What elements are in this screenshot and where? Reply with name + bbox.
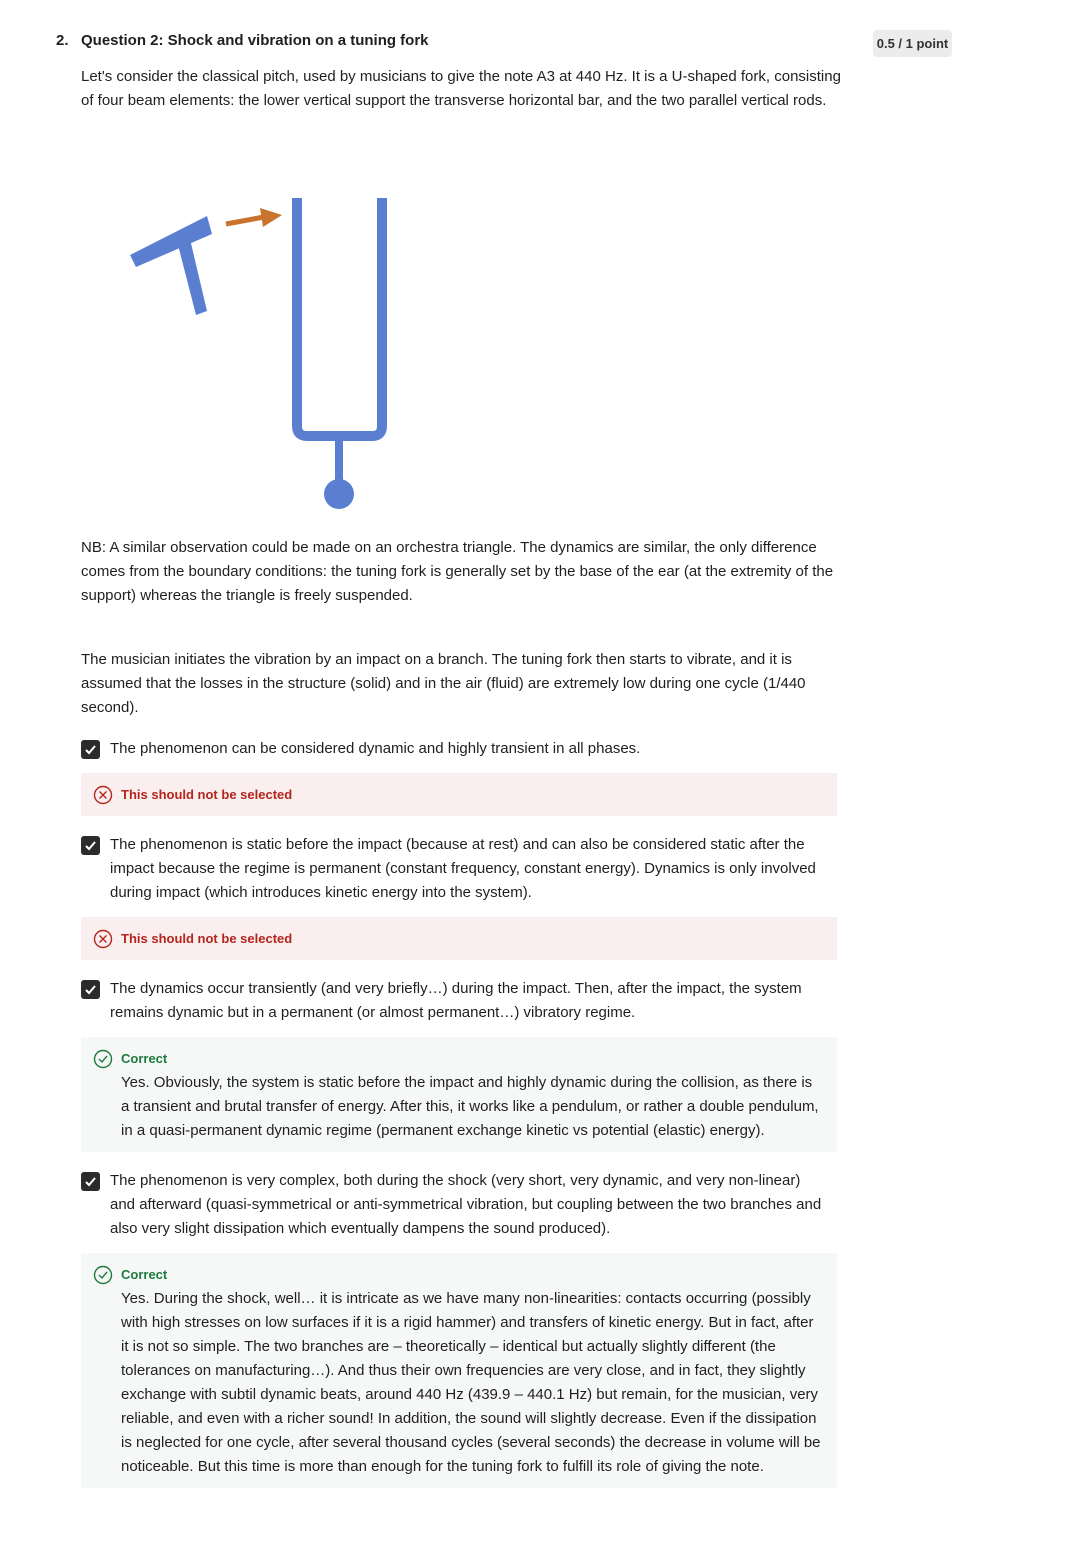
checkbox-checked[interactable] — [81, 1172, 100, 1191]
checkbox-checked[interactable] — [81, 836, 100, 855]
feedback-label: This should not be selected — [121, 787, 293, 802]
question-number: 2. — [56, 32, 69, 49]
feedback-label: Correct — [121, 1051, 168, 1066]
option-text: The dynamics occur transiently (and very… — [110, 980, 802, 1021]
tuning-fork-base — [324, 479, 354, 509]
x-circle-icon — [93, 929, 113, 949]
answer-option[interactable]: The phenomenon is static before the impa… — [81, 833, 841, 905]
feedback-incorrect: This should not be selected — [81, 773, 837, 816]
checkmark-icon — [85, 1177, 96, 1187]
feedback-correct: Correct Yes. Obviously, the system is st… — [81, 1037, 837, 1152]
musician-paragraph: The musician initiates the vibration by … — [81, 651, 806, 716]
checkbox-checked[interactable] — [81, 980, 100, 999]
answer-option[interactable]: The phenomenon is very complex, both dur… — [81, 1169, 841, 1241]
tuning-fork-body — [292, 198, 387, 441]
checkbox-checked[interactable] — [81, 740, 100, 759]
answer-option[interactable]: The dynamics occur transiently (and very… — [81, 977, 841, 1025]
feedback-label: Correct — [121, 1267, 168, 1282]
x-circle-icon — [93, 785, 113, 805]
tuning-fork-figure — [130, 198, 387, 509]
nb-paragraph: NB: A similar observation could be made … — [81, 539, 834, 604]
option-text: The phenomenon is very complex, both dur… — [110, 1172, 822, 1237]
check-circle-icon — [93, 1049, 113, 1069]
feedback-text: Yes. During the shock, well… it is intri… — [121, 1290, 821, 1475]
check-circle-icon — [93, 1265, 113, 1285]
checkmark-icon — [85, 985, 96, 995]
question-intro: Let's consider the classical pitch, used… — [81, 68, 841, 109]
answer-option[interactable]: The phenomenon can be considered dynamic… — [81, 737, 841, 761]
hammer-head — [130, 216, 212, 267]
feedback-incorrect: This should not be selected — [81, 917, 837, 960]
feedback-text: Yes. Obviously, the system is static bef… — [121, 1074, 819, 1139]
feedback-correct: Correct Yes. During the shock, well… it … — [81, 1253, 837, 1488]
checkmark-icon — [85, 841, 96, 851]
checkmark-icon — [85, 745, 96, 755]
score-badge: 0.5 / 1 point — [873, 30, 952, 57]
option-text: The phenomenon can be considered dynamic… — [110, 740, 641, 757]
impact-arrow — [225, 214, 265, 227]
impact-arrow-head — [260, 208, 282, 227]
option-text: The phenomenon is static before the impa… — [110, 836, 816, 901]
feedback-label: This should not be selected — [121, 931, 293, 946]
question-title: Question 2: Shock and vibration on a tun… — [81, 32, 429, 49]
hammer-handle — [178, 239, 207, 315]
